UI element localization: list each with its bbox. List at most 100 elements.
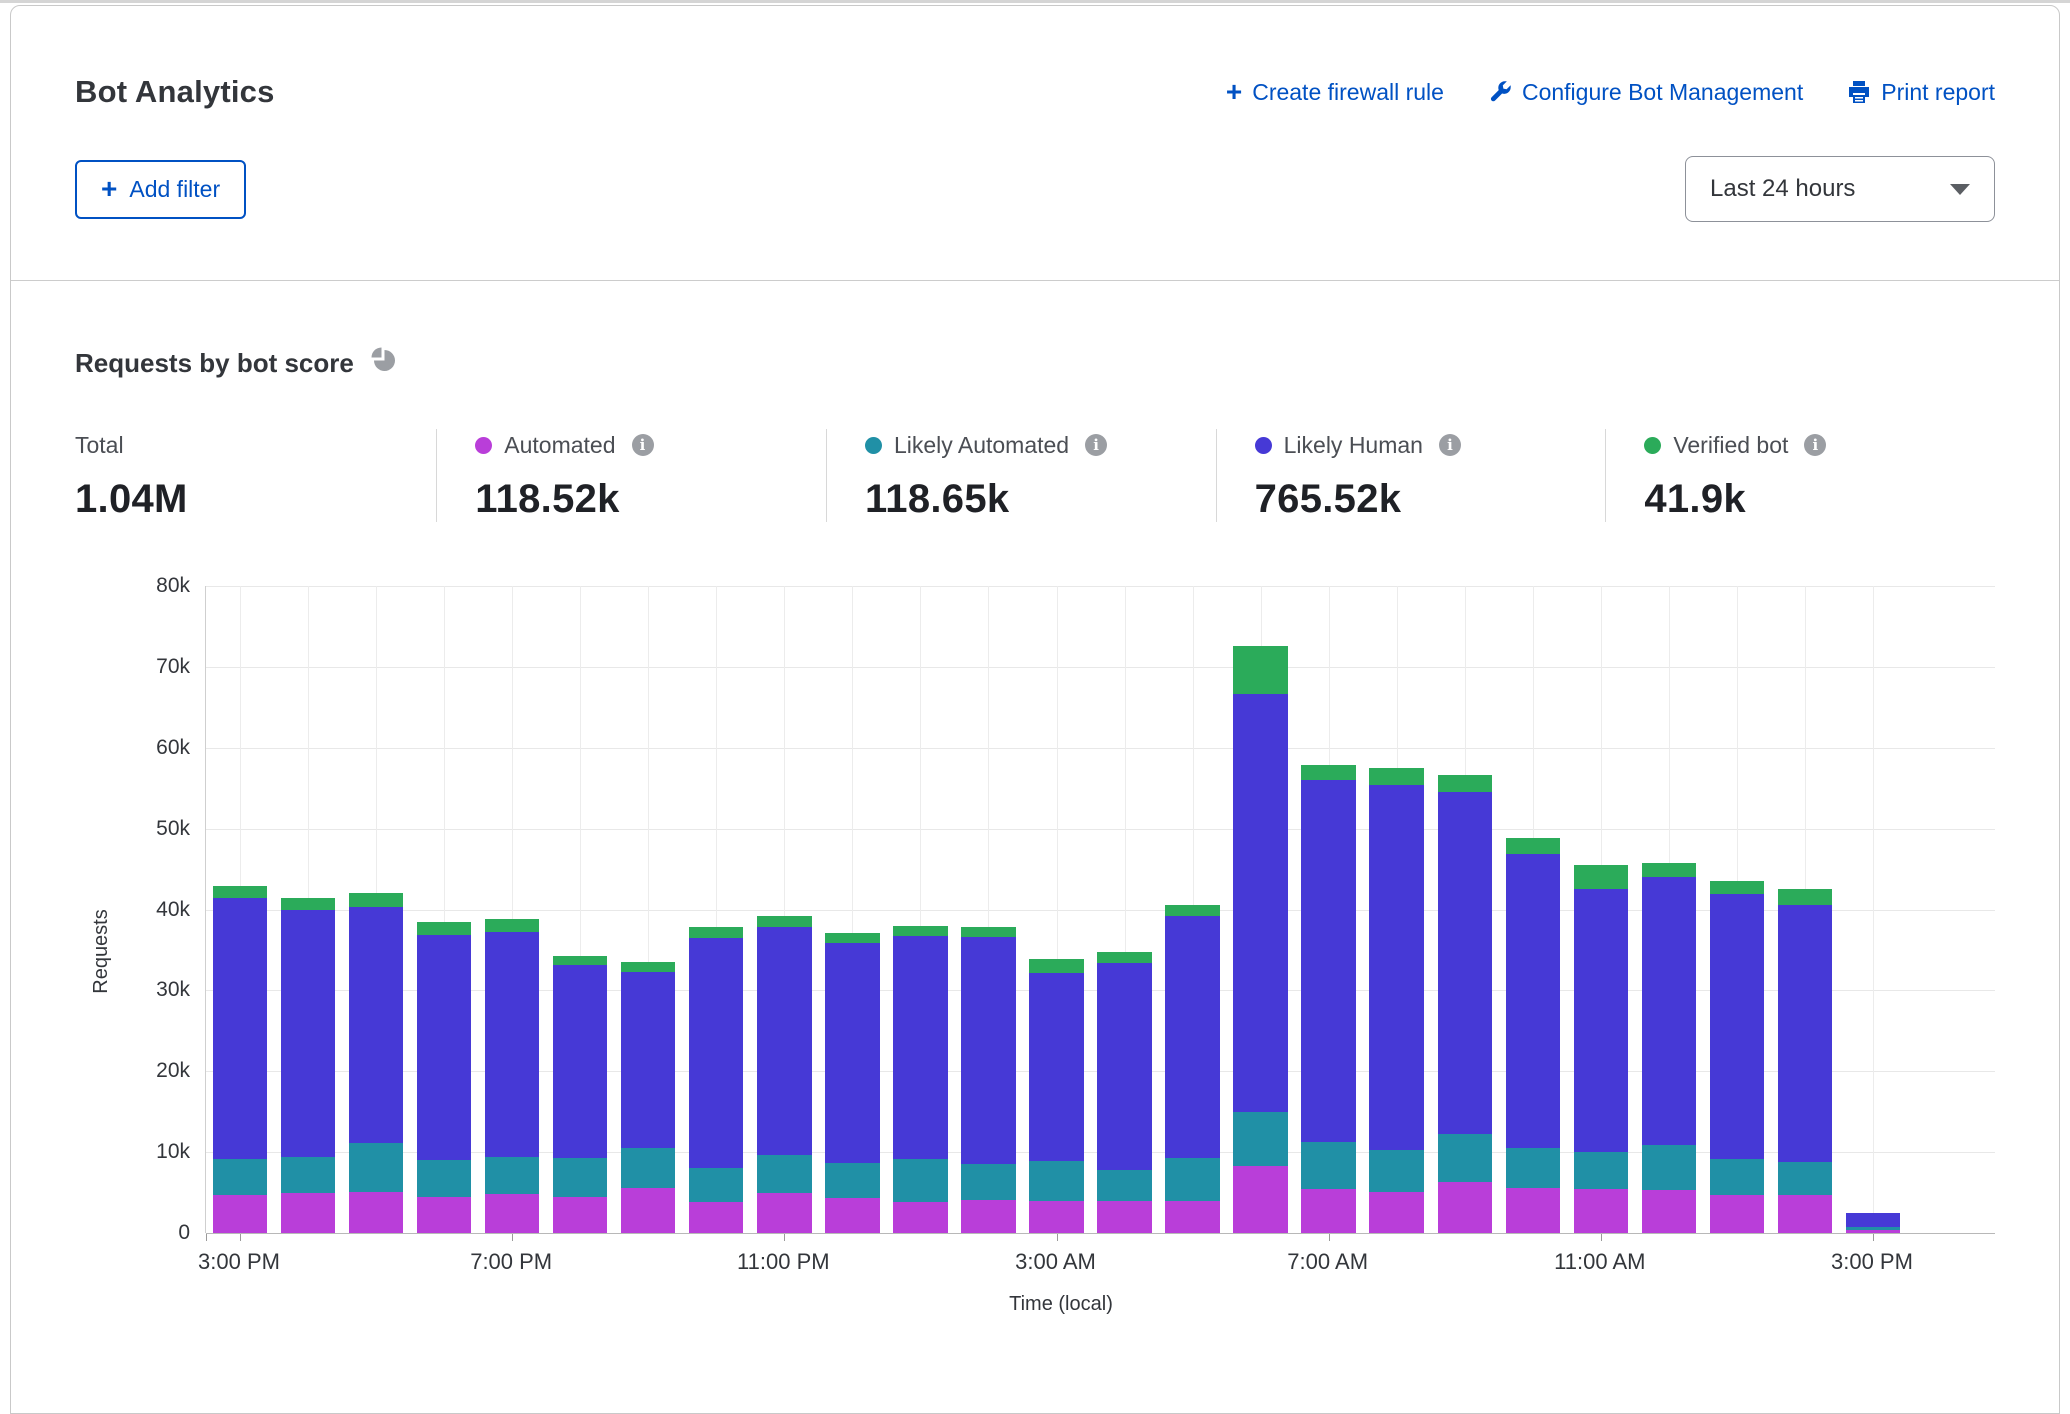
add-filter-button[interactable]: + Add filter — [75, 160, 246, 219]
segment-likely-automated — [213, 1159, 267, 1195]
time-range-value: Last 24 hours — [1710, 175, 1855, 203]
segment-likely-human — [1778, 905, 1832, 1161]
segment-likely-human — [1506, 854, 1560, 1148]
bar-600pm[interactable] — [410, 922, 478, 1233]
stat-automated-value: 118.52k — [475, 477, 796, 522]
print-report-link[interactable]: Print report — [1847, 79, 1995, 106]
bar-1200am[interactable] — [818, 933, 886, 1233]
segment-likely-automated — [417, 1160, 471, 1197]
segment-verified-bot — [825, 933, 879, 943]
stat-total-label: Total — [75, 432, 124, 459]
bar-900am[interactable] — [1431, 775, 1499, 1233]
segment-likely-automated — [1233, 1112, 1287, 1166]
segment-likely-human — [1846, 1213, 1900, 1227]
bar-1000am[interactable] — [1499, 838, 1567, 1233]
verified-bot-legend-dot — [1644, 437, 1661, 454]
bar-600am[interactable] — [1227, 646, 1295, 1233]
info-icon[interactable]: i — [1804, 434, 1826, 456]
segment-likely-human — [689, 938, 743, 1168]
segment-automated — [213, 1195, 267, 1233]
segment-automated — [757, 1193, 811, 1233]
configure-bot-management-link[interactable]: Configure Bot Management — [1488, 79, 1803, 106]
segment-verified-bot — [1506, 838, 1560, 854]
x-tick-label: 11:00 AM — [1554, 1249, 1645, 1275]
segment-verified-bot — [213, 886, 267, 898]
bar-400am[interactable] — [1091, 952, 1159, 1233]
bar-1200pm[interactable] — [1635, 863, 1703, 1233]
segment-likely-automated — [485, 1157, 539, 1194]
segment-likely-automated — [1642, 1145, 1696, 1190]
segment-verified-bot — [961, 927, 1015, 938]
segment-likely-human — [1369, 785, 1423, 1150]
segment-likely-automated — [1369, 1150, 1423, 1192]
bar-300pm[interactable] — [206, 886, 274, 1233]
segment-verified-bot — [1165, 905, 1219, 916]
bar-700am[interactable] — [1295, 765, 1363, 1233]
bar-800pm[interactable] — [546, 956, 614, 1233]
segment-verified-bot — [553, 956, 607, 966]
header-divider — [11, 280, 2059, 281]
bar-500am[interactable] — [1159, 905, 1227, 1233]
segment-automated — [689, 1202, 743, 1233]
segment-likely-automated — [1778, 1162, 1832, 1195]
bar-300am[interactable] — [1022, 959, 1090, 1233]
print-report-label: Print report — [1881, 79, 1995, 106]
bar-1100pm[interactable] — [750, 916, 818, 1233]
y-tick-label: 30k — [156, 978, 190, 1002]
segment-likely-human — [213, 898, 267, 1158]
bar-800am[interactable] — [1363, 768, 1431, 1233]
bar-900pm[interactable] — [614, 962, 682, 1233]
x-tick-label: 7:00 PM — [470, 1249, 552, 1275]
segment-likely-human — [485, 932, 539, 1157]
segment-verified-bot — [1097, 952, 1151, 963]
x-axis-title: Time (local) — [127, 1293, 1995, 1316]
bar-200pm[interactable] — [1771, 889, 1839, 1233]
y-tick-label: 40k — [156, 898, 190, 922]
segment-verified-bot — [1438, 775, 1492, 792]
segment-automated — [1097, 1201, 1151, 1233]
segment-likely-automated — [621, 1148, 675, 1188]
segment-verified-bot — [893, 926, 947, 937]
y-tick-label: 10k — [156, 1140, 190, 1164]
segment-likely-human — [1574, 889, 1628, 1153]
info-icon[interactable]: i — [1439, 434, 1461, 456]
y-tick-label: 20k — [156, 1059, 190, 1083]
segment-automated — [485, 1194, 539, 1233]
time-range-select[interactable]: Last 24 hours — [1685, 156, 1995, 222]
bar-500pm[interactable] — [342, 893, 410, 1233]
x-tick-label: 11:00 PM — [737, 1249, 830, 1275]
segment-likely-automated — [349, 1143, 403, 1192]
x-tick-label: 3:00 PM — [1831, 1249, 1913, 1275]
info-icon[interactable]: i — [632, 434, 654, 456]
stat-verified-bot: Verified bot i 41.9k — [1605, 429, 1995, 522]
bar-1100am[interactable] — [1567, 865, 1635, 1233]
plus-icon: + — [1226, 82, 1242, 102]
bar-400pm[interactable] — [274, 898, 342, 1233]
bar-200am[interactable] — [954, 927, 1022, 1233]
stat-likely-automated: Likely Automated i 118.65k — [826, 429, 1216, 522]
bar-100pm[interactable] — [1703, 881, 1771, 1233]
likely-automated-legend-dot — [865, 437, 882, 454]
info-icon[interactable]: i — [1085, 434, 1107, 456]
pie-chart-icon — [370, 347, 397, 379]
bar-700pm[interactable] — [478, 919, 546, 1233]
segment-automated — [1165, 1201, 1219, 1233]
segment-likely-human — [281, 910, 335, 1157]
bar-100am[interactable] — [886, 926, 954, 1233]
segment-likely-human — [1438, 792, 1492, 1134]
bar-300pm[interactable] — [1839, 1213, 1907, 1233]
segment-likely-automated — [1029, 1161, 1083, 1201]
x-tick-label: 3:00 PM — [198, 1249, 280, 1275]
segment-verified-bot — [1778, 889, 1832, 905]
header-actions: + Create firewall rule Configure Bot Man… — [1226, 79, 1995, 106]
create-firewall-rule-link[interactable]: + Create firewall rule — [1226, 79, 1444, 106]
x-tick-label: 7:00 AM — [1287, 1249, 1368, 1275]
segment-likely-human — [1642, 877, 1696, 1145]
bar-1000pm[interactable] — [682, 927, 750, 1233]
segment-automated — [1369, 1192, 1423, 1233]
segment-likely-human — [621, 972, 675, 1148]
configure-bot-management-label: Configure Bot Management — [1522, 79, 1803, 106]
y-tick-label: 50k — [156, 817, 190, 841]
segment-likely-human — [1301, 780, 1355, 1142]
segment-automated — [281, 1193, 335, 1233]
